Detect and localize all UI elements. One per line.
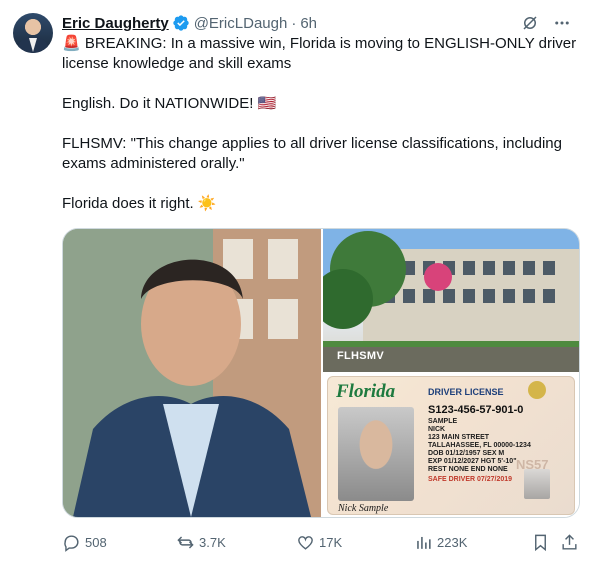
repost-icon bbox=[177, 535, 194, 549]
card-safe-driver: SAFE DRIVER 07/27/2019 bbox=[428, 476, 513, 483]
bookmark-button[interactable] bbox=[531, 531, 550, 553]
share-icon bbox=[562, 533, 577, 550]
more-options-icon[interactable] bbox=[552, 13, 572, 33]
tweet-paragraph-2: English. Do it NATIONWIDE! 🇺🇸 bbox=[62, 95, 277, 112]
separator-dot: · bbox=[291, 14, 297, 32]
photo-portrait[interactable] bbox=[63, 229, 321, 517]
star-icon bbox=[528, 381, 546, 399]
action-bar: 508 3.7K 17K 223K bbox=[62, 531, 582, 553]
tweet-text: 🚨 BREAKING: In a massive win, Florida is… bbox=[62, 34, 582, 214]
author-name[interactable]: Eric Daugherty bbox=[62, 15, 169, 32]
reply-icon bbox=[64, 534, 79, 552]
views-icon bbox=[417, 536, 431, 549]
verified-badge-icon bbox=[173, 15, 189, 31]
top-actions bbox=[520, 13, 572, 33]
views-button[interactable]: 223K bbox=[414, 531, 467, 553]
card-title: DRIVER LICENSE bbox=[428, 387, 504, 397]
grok-icon[interactable] bbox=[520, 13, 540, 33]
card-signature: Nick Sample bbox=[338, 503, 389, 514]
photo-flhsmv-building[interactable]: FLHSMV bbox=[323, 229, 579, 372]
reply-count: 508 bbox=[85, 534, 107, 550]
views-count: 223K bbox=[437, 534, 468, 550]
repost-button[interactable]: 3.7K bbox=[176, 531, 226, 553]
timestamp[interactable]: 6h bbox=[300, 15, 317, 32]
card-mini-photo bbox=[524, 469, 550, 499]
photo-driver-license[interactable]: Florida DRIVER LICENSE S123-456-57-901-0… bbox=[323, 374, 579, 517]
card-state: Florida bbox=[336, 381, 396, 402]
tweet-paragraph-3: FLHSMV: "This change applies to all driv… bbox=[62, 135, 562, 172]
repost-count: 3.7K bbox=[199, 534, 226, 550]
share-button[interactable] bbox=[560, 531, 579, 553]
building-caption: FLHSMV bbox=[337, 350, 385, 362]
tweet-paragraph-4: Florida does it right. ☀️ bbox=[62, 195, 217, 212]
like-count: 17K bbox=[319, 534, 343, 550]
bookmark-icon bbox=[535, 534, 546, 551]
card-photo bbox=[338, 407, 414, 501]
tweet-header: Eric Daugherty @EricLDaugh · 6h bbox=[62, 13, 317, 33]
card-number: S123-456-57-901-0 bbox=[428, 404, 524, 416]
media-grid: FLHSMV Florida DRIVER LICENSE S123-456-5… bbox=[62, 228, 580, 518]
reply-button[interactable]: 508 bbox=[62, 531, 107, 553]
tweet-paragraph-1: 🚨 BREAKING: In a massive win, Florida is… bbox=[62, 35, 577, 72]
avatar[interactable] bbox=[13, 13, 53, 53]
like-button[interactable]: 17K bbox=[296, 531, 342, 553]
license-card: Florida DRIVER LICENSE S123-456-57-901-0… bbox=[327, 376, 575, 515]
heart-icon bbox=[298, 535, 313, 550]
author-handle[interactable]: @EricLDaugh bbox=[194, 15, 288, 32]
tweet[interactable]: Eric Daugherty @EricLDaugh · 6h 🚨 BREAKI… bbox=[0, 0, 592, 565]
